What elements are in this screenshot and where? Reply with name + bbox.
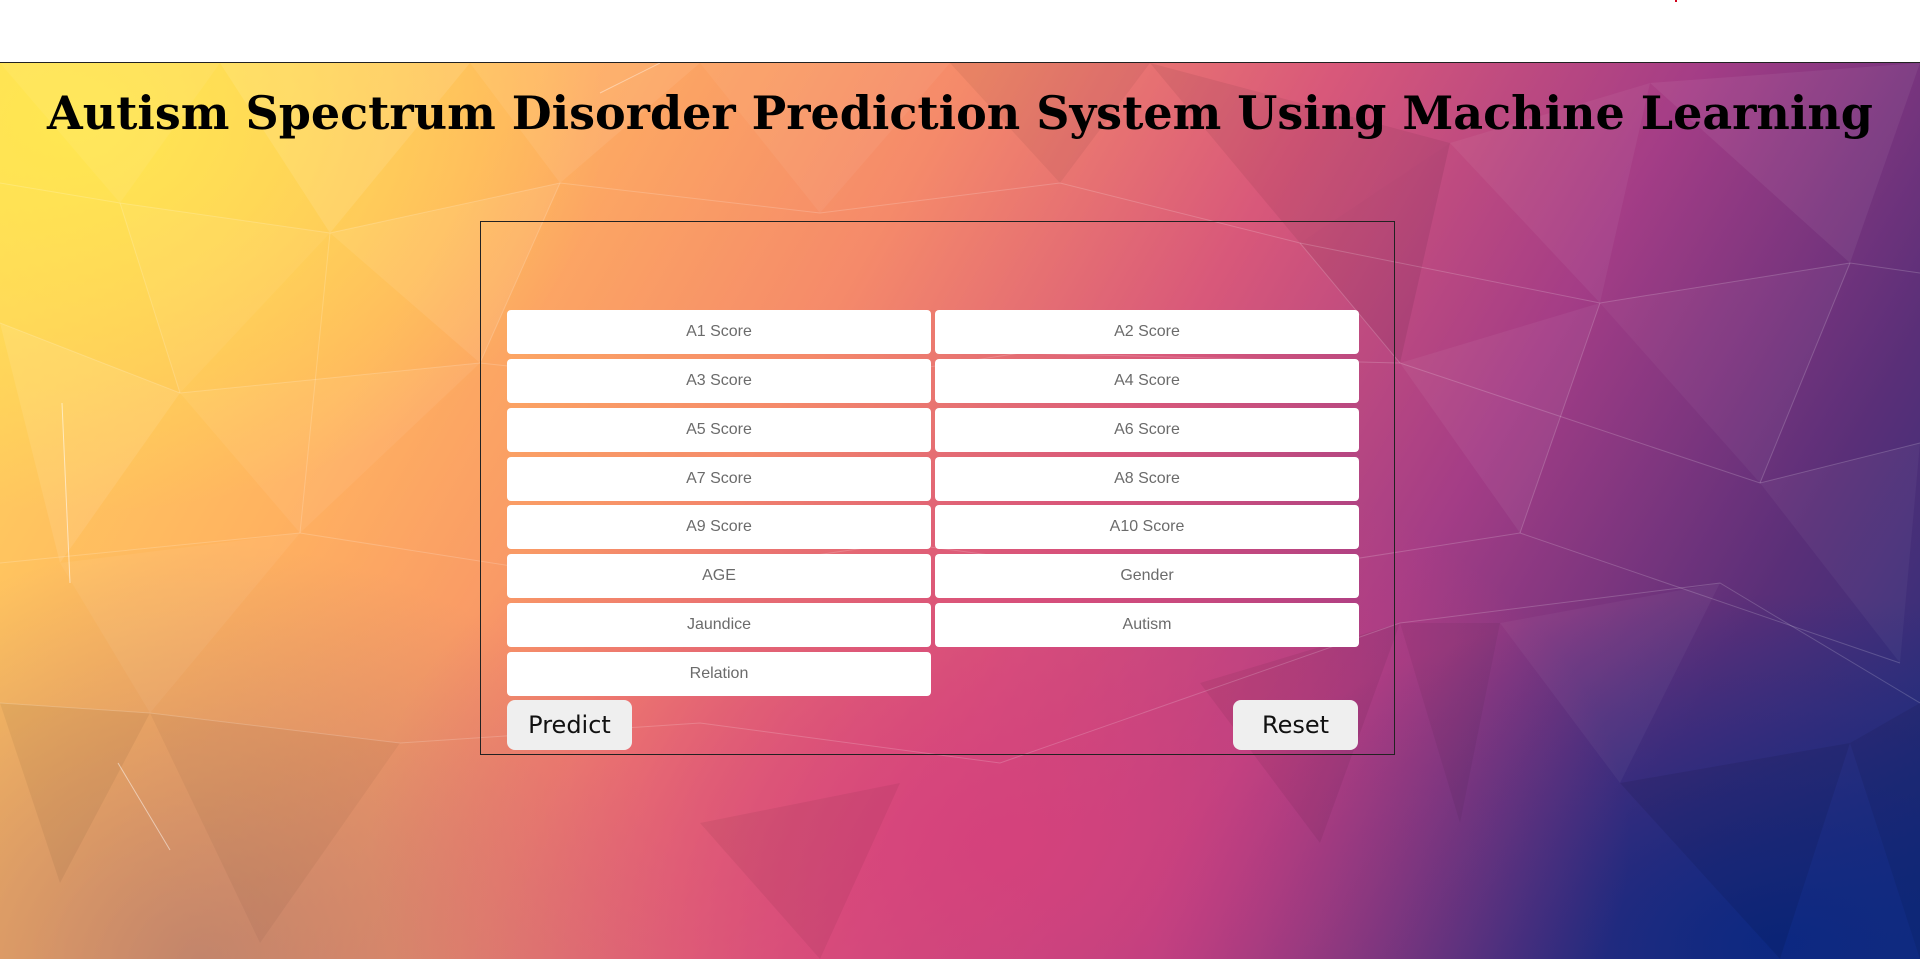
reset-button[interactable]: Reset	[1233, 700, 1358, 750]
a6-score-input[interactable]	[935, 408, 1359, 452]
predict-button[interactable]: Predict	[507, 700, 632, 750]
a2-score-input[interactable]	[935, 310, 1359, 354]
jaundice-input[interactable]	[507, 603, 931, 647]
a9-score-input[interactable]	[507, 505, 931, 549]
a1-score-input[interactable]	[507, 310, 931, 354]
age-input[interactable]	[507, 554, 931, 598]
page-title: Autism Spectrum Disorder Prediction Syst…	[47, 86, 1873, 140]
top-bar-marker	[1675, 0, 1677, 2]
gender-input[interactable]	[935, 554, 1359, 598]
a7-score-input[interactable]	[507, 457, 931, 501]
a3-score-input[interactable]	[507, 359, 931, 403]
a10-score-input[interactable]	[935, 505, 1359, 549]
autism-input[interactable]	[935, 603, 1359, 647]
a5-score-input[interactable]	[507, 408, 931, 452]
prediction-form: Predict Reset	[480, 221, 1395, 755]
relation-input[interactable]	[507, 652, 931, 696]
a4-score-input[interactable]	[935, 359, 1359, 403]
top-bar	[0, 0, 1920, 63]
a8-score-input[interactable]	[935, 457, 1359, 501]
